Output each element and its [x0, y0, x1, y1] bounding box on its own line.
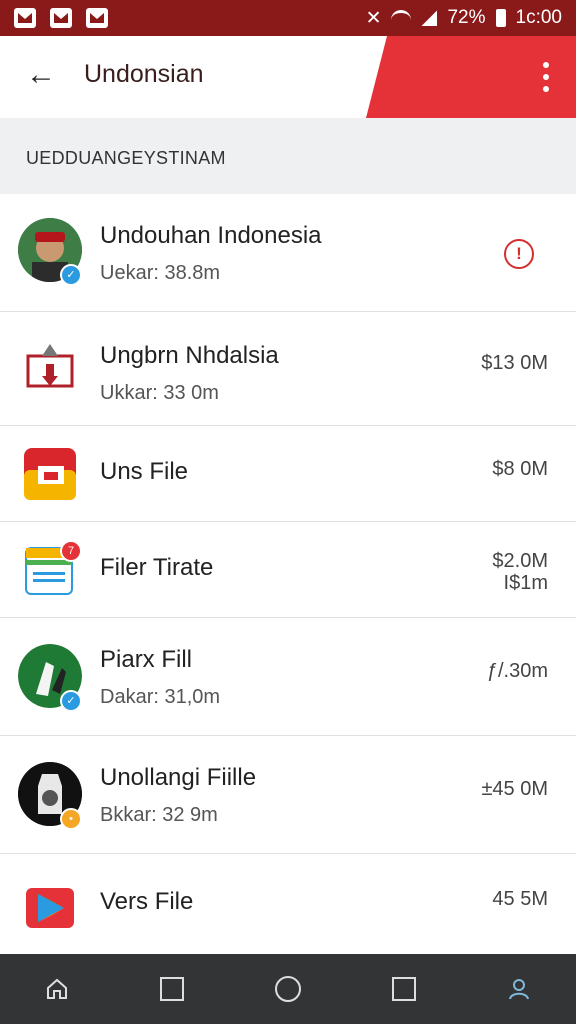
warning-icon[interactable]: !	[504, 239, 534, 269]
item-name: Vers File	[100, 888, 194, 915]
file-app-icon	[24, 448, 76, 500]
list-item[interactable]: • Unollangi Fiille Bkkar: 32 9m ±45 0M	[0, 736, 576, 854]
item-subtitle: Dakar: 31,0m	[100, 686, 221, 708]
wifi-icon	[391, 10, 412, 26]
item-size-primary: $2.0M	[492, 550, 548, 572]
app-bar: ← Undonsian	[0, 36, 576, 118]
item-size-secondary: I$1m	[503, 572, 548, 594]
list-item[interactable]: ✓ Undouhan Indonesia Uekar: 38.8m !	[0, 194, 576, 312]
mail-notification-icon	[14, 8, 36, 28]
section-label: UEDDUANGEYSTINAM	[26, 148, 226, 168]
item-name: Undouhan Indonesia	[100, 222, 322, 249]
verified-badge-icon: ✓	[60, 264, 82, 286]
list-item[interactable]: Uns File $8 0M	[0, 426, 576, 522]
status-badge-icon: •	[60, 808, 82, 830]
signal-icon	[421, 10, 438, 26]
item-name: Unollangi Fiille	[100, 764, 257, 791]
page-title: Undonsian	[84, 60, 204, 88]
download-list: ✓ Undouhan Indonesia Uekar: 38.8m ! Ungb…	[0, 194, 576, 956]
app-notification-icon	[86, 8, 108, 28]
home-icon[interactable]	[45, 977, 69, 1001]
item-size: $8 0M	[492, 458, 548, 480]
item-subtitle: Ukkar: 33 0m	[100, 382, 219, 404]
item-size: ƒ/.30m	[486, 660, 548, 682]
item-size: $13 0M	[481, 352, 548, 374]
mute-icon: ✕	[365, 7, 382, 29]
status-bar: ✕ 72% 1c:00	[0, 0, 576, 36]
clock: 1c:00	[515, 7, 562, 28]
list-item[interactable]: 7 Filer Tirate $2.0M I$1m	[0, 522, 576, 618]
item-size: $2.0M I$1m	[492, 550, 548, 594]
profile-icon[interactable]	[507, 977, 531, 1001]
list-item[interactable]: Vers File 45 5M	[0, 854, 576, 956]
more-options-icon[interactable]	[542, 62, 550, 92]
item-subtitle: Uekar: 38.8m	[100, 262, 221, 284]
download-box-icon	[24, 342, 76, 394]
list-item[interactable]: Ungbrn Nhdalsia Ukkar: 33 0m $13 0M	[0, 312, 576, 426]
recents-square-icon[interactable]	[391, 977, 416, 1001]
play-store-icon	[24, 880, 76, 932]
item-name: Ungbrn Nhdalsia	[100, 342, 279, 369]
home-circle-icon[interactable]	[274, 976, 301, 1002]
back-arrow-icon[interactable]: ←	[26, 60, 56, 90]
battery-icon	[495, 9, 506, 27]
item-subtitle: Bkkar: 32 9m	[100, 804, 218, 826]
list-item[interactable]: ✓ Piarx Fill Dakar: 31,0m ƒ/.30m	[0, 618, 576, 736]
item-name: Filer Tirate	[100, 554, 214, 581]
notification-badge-icon: 7	[60, 540, 82, 562]
overview-square-icon[interactable]	[160, 977, 185, 1001]
item-name: Uns File	[100, 458, 189, 485]
system-nav-bar	[0, 954, 576, 1024]
section-header: UEDDUANGEYSTINAM	[0, 118, 576, 195]
item-size: 45 5M	[492, 888, 548, 910]
verified-badge-icon: ✓	[60, 690, 82, 712]
item-name: Piarx Fill	[100, 646, 193, 673]
message-notification-icon	[50, 8, 72, 28]
battery-level: 72%	[447, 7, 486, 28]
item-size: ±45 0M	[481, 778, 548, 800]
